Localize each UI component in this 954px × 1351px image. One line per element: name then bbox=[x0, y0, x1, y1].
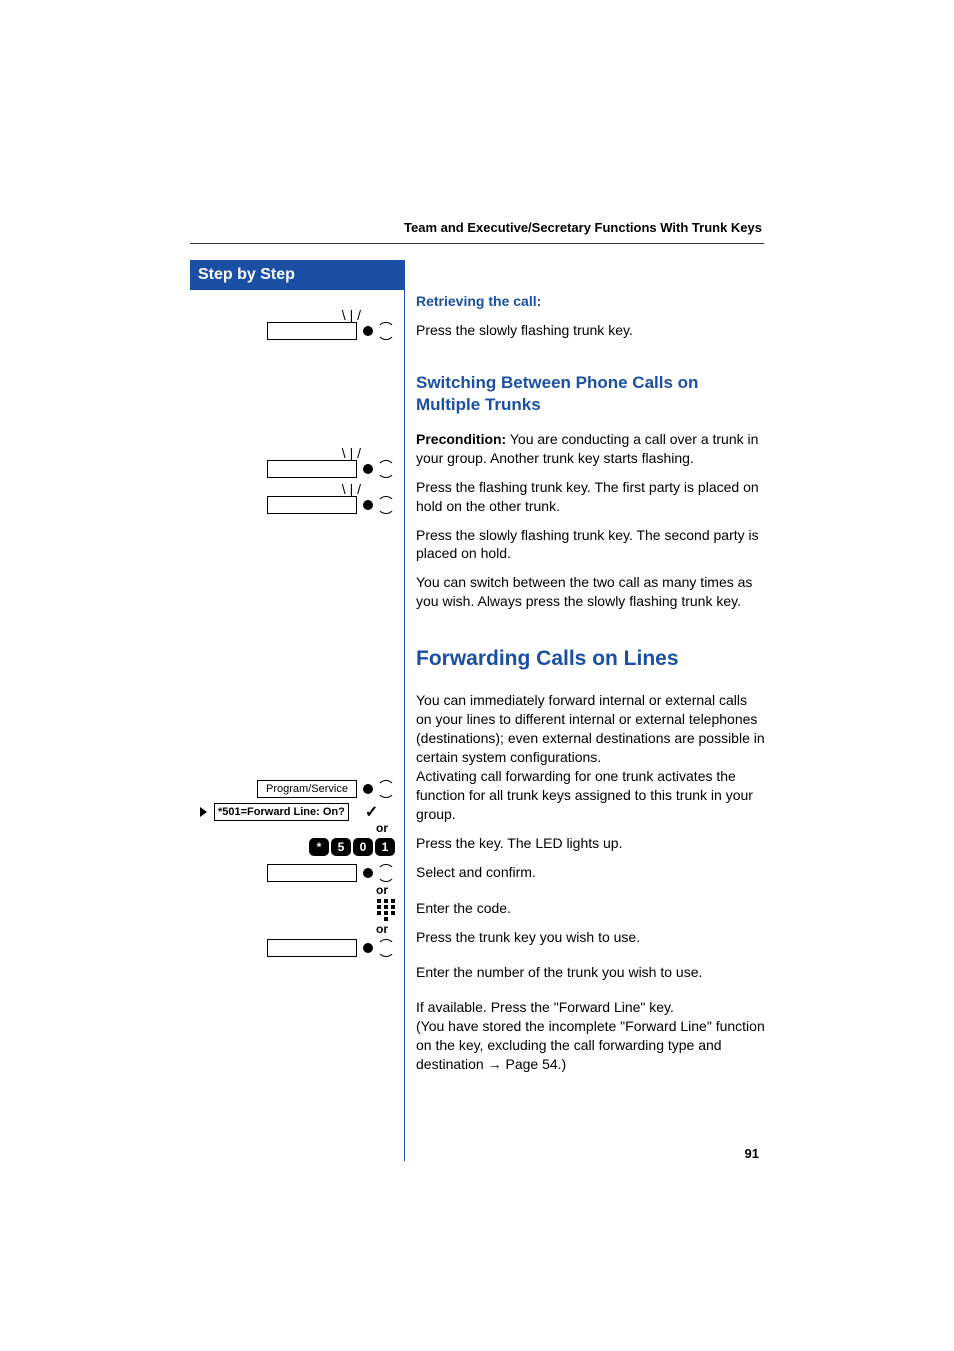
flash-indicator-icon: \ | / bbox=[342, 308, 361, 322]
switching-heading: Switching Between Phone Calls on Multipl… bbox=[416, 372, 766, 416]
retrieving-text: Press the slowly flashing trunk key. bbox=[416, 321, 766, 340]
select-confirm: Select and confirm. bbox=[416, 863, 766, 882]
keypad-icon bbox=[377, 899, 395, 919]
precondition-para: Precondition: You are conducting a call … bbox=[416, 430, 766, 468]
checkmark-icon: ✓ bbox=[365, 802, 378, 822]
trunk-key-flashing-1: \ | / bbox=[190, 322, 395, 340]
key-box bbox=[267, 864, 357, 882]
trunk-key-row bbox=[190, 864, 395, 882]
trunk-key-flashing-2: \ | / bbox=[190, 460, 395, 478]
led-dot-icon bbox=[363, 500, 373, 510]
if-available-para: If available. Press the "Forward Line" k… bbox=[416, 998, 766, 1074]
forwarding-heading: Forwarding Calls on Lines bbox=[416, 645, 766, 673]
retrieving-heading: Retrieving the call: bbox=[416, 292, 766, 311]
led-dot-icon bbox=[363, 784, 373, 794]
keypad-row bbox=[190, 899, 395, 919]
led-ring-icon bbox=[377, 939, 395, 957]
forward-line-key bbox=[190, 939, 395, 957]
enter-code: Enter the code. bbox=[416, 899, 766, 918]
led-dot-icon bbox=[363, 464, 373, 474]
forwarding-activating-text: Activating call forwarding for one trunk… bbox=[416, 768, 753, 822]
press-flashing-text: Press the flashing trunk key. The first … bbox=[416, 478, 766, 516]
or-label: or bbox=[376, 821, 388, 835]
forward-line-menu: *501=Forward Line: On? ✓ bbox=[190, 802, 395, 822]
header-rule bbox=[190, 243, 764, 244]
led-ring-icon bbox=[377, 780, 395, 798]
page-ref: → Page 54.) bbox=[488, 1056, 567, 1072]
page-number: 91 bbox=[745, 1146, 759, 1161]
or-label: or bbox=[376, 922, 388, 936]
code-keys: * 5 0 1 bbox=[190, 838, 395, 856]
key-box bbox=[267, 322, 357, 340]
flash-indicator-icon: \ | / bbox=[342, 482, 361, 496]
led-ring-icon bbox=[377, 322, 395, 340]
switch-info-text: You can switch between the two call as m… bbox=[416, 573, 766, 611]
code-key-5: 5 bbox=[331, 838, 351, 856]
key-box-labeled: Program/Service bbox=[257, 780, 357, 798]
led-dot-icon bbox=[363, 943, 373, 953]
step-by-step-sidebar: Step by Step bbox=[190, 260, 405, 1161]
flash-indicator-icon: \ | / bbox=[342, 446, 361, 460]
press-slow-text: Press the slowly flashing trunk key. The… bbox=[416, 526, 766, 564]
led-ring-icon bbox=[377, 864, 395, 882]
forwarding-intro-text: You can immediately forward internal or … bbox=[416, 692, 765, 765]
code-key-star: * bbox=[309, 838, 329, 856]
or-label: or bbox=[376, 883, 388, 897]
menu-arrow-icon bbox=[200, 807, 207, 817]
press-trunk-use: Press the trunk key you wish to use. bbox=[416, 928, 766, 947]
key-box bbox=[267, 496, 357, 514]
led-ring-icon bbox=[377, 496, 395, 514]
led-dot-icon bbox=[363, 868, 373, 878]
key-box bbox=[267, 460, 357, 478]
led-dot-icon bbox=[363, 326, 373, 336]
main-content: Retrieving the call: Press the slowly fl… bbox=[416, 292, 766, 1084]
press-key-led: Press the key. The LED lights up. bbox=[416, 834, 766, 853]
code-key-group: * 5 0 1 bbox=[309, 838, 395, 856]
code-key-0: 0 bbox=[353, 838, 373, 856]
enter-trunk-num: Enter the number of the trunk you wish t… bbox=[416, 963, 766, 982]
if-available-text: If available. Press the "Forward Line" k… bbox=[416, 999, 674, 1015]
key-box bbox=[267, 939, 357, 957]
precondition-label: Precondition: bbox=[416, 431, 506, 447]
forwarding-intro: You can immediately forward internal or … bbox=[416, 691, 766, 823]
trunk-key-flashing-3: \ | / bbox=[190, 496, 395, 514]
menu-option-box: *501=Forward Line: On? bbox=[214, 803, 349, 821]
program-service-key: Program/Service bbox=[190, 780, 395, 798]
led-ring-icon bbox=[377, 460, 395, 478]
stored-note-text: (You have stored the incomplete "Forward… bbox=[416, 1018, 765, 1072]
code-key-1: 1 bbox=[375, 838, 395, 856]
section-header: Team and Executive/Secretary Functions W… bbox=[404, 220, 762, 235]
sidebar-heading: Step by Step bbox=[190, 260, 404, 290]
